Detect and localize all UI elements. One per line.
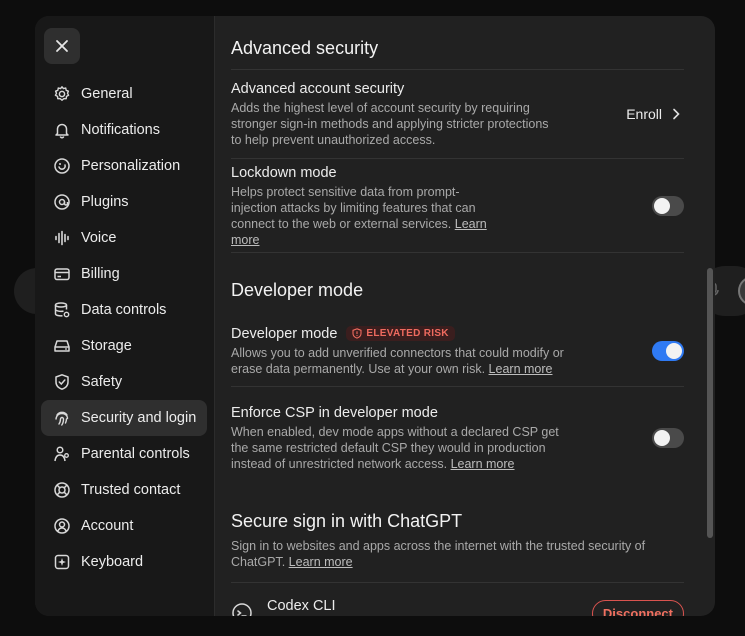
sidebar-item-label: Notifications <box>81 122 160 138</box>
sidebar-item-account[interactable]: Account <box>41 508 207 544</box>
sidebar-item-billing[interactable]: Billing <box>41 256 207 292</box>
enroll-button[interactable]: Enroll <box>626 106 684 122</box>
card-icon <box>53 265 71 283</box>
settings-modal: General Notifications Personalization Pl… <box>35 16 715 616</box>
sidebar-item-label: Security and login <box>81 410 197 426</box>
database-icon <box>53 301 71 319</box>
connected-app-name: Codex CLI <box>267 598 336 614</box>
sidebar-item-label: Plugins <box>81 194 129 210</box>
sidebar-item-label: Trusted contact <box>81 482 181 498</box>
lockdown-toggle[interactable] <box>652 196 684 216</box>
keyboard-icon <box>53 553 71 571</box>
sidebar-item-label: Data controls <box>81 302 167 318</box>
voice-icon <box>53 229 71 247</box>
sidebar-item-voice[interactable]: Voice <box>41 220 207 256</box>
learn-more-link[interactable]: Learn more <box>451 457 515 471</box>
row-lockdown-mode: Lockdown mode Helps protect sensitive da… <box>231 160 684 253</box>
sidebar-item-data-controls[interactable]: Data controls <box>41 292 207 328</box>
section-title-developer-mode: Developer mode <box>231 280 364 300</box>
row-description: When enabled, dev mode apps without a de… <box>231 424 571 472</box>
personalization-icon <box>53 157 71 175</box>
sidebar-item-safety[interactable]: Safety <box>41 364 207 400</box>
gear-icon <box>53 85 71 103</box>
row-description: Adds the highest level of account securi… <box>231 100 549 147</box>
settings-nav: General Notifications Personalization Pl… <box>41 76 207 580</box>
sidebar-item-keyboard[interactable]: Keyboard <box>41 544 207 580</box>
sidebar-item-storage[interactable]: Storage <box>41 328 207 364</box>
disconnect-button[interactable]: Disconnect <box>591 600 684 616</box>
badge-label: ELEVATED RISK <box>366 328 449 339</box>
row-title: Developer mode <box>231 325 338 342</box>
row-developer-mode: Developer mode ELEVATED RISK Allows you … <box>231 316 684 387</box>
user-circle-icon <box>53 517 71 535</box>
row-description: Allows you to add unverified connectors … <box>231 345 576 377</box>
enroll-label: Enroll <box>626 106 662 122</box>
sidebar-item-trusted-contact[interactable]: Trusted contact <box>41 472 207 508</box>
toggle-knob <box>654 198 670 214</box>
row-description: Helps protect sensitive data from prompt… <box>231 184 496 248</box>
section-title-advanced-security: Advanced security <box>231 38 379 58</box>
sidebar-item-personalization[interactable]: Personalization <box>41 148 207 184</box>
sidebar-item-label: Storage <box>81 338 132 354</box>
sidebar-item-label: Account <box>81 518 134 534</box>
fingerprint-icon <box>53 409 71 427</box>
secure-sign-in-description: Sign in to websites and apps across the … <box>231 538 671 570</box>
learn-more-link[interactable]: Learn more <box>489 362 553 376</box>
elevated-risk-badge: ELEVATED RISK <box>346 326 455 341</box>
sidebar-item-label: General <box>81 86 133 102</box>
sidebar-item-label: Billing <box>81 266 120 282</box>
toggle-knob <box>666 343 682 359</box>
row-title-container: Developer mode ELEVATED RISK <box>231 326 576 342</box>
developer-mode-toggle[interactable] <box>652 341 684 361</box>
settings-content: Advanced security Advanced account secur… <box>215 16 715 616</box>
sidebar-item-security-and-login[interactable]: Security and login <box>41 400 207 436</box>
row-advanced-account-security: Advanced account security Adds the highe… <box>231 70 684 159</box>
close-button[interactable] <box>44 28 80 64</box>
sidebar-item-parental-controls[interactable]: Parental controls <box>41 436 207 472</box>
divider <box>231 582 684 583</box>
chevron-right-icon <box>673 108 680 120</box>
sidebar-item-general[interactable]: General <box>41 76 207 112</box>
sidebar-item-notifications[interactable]: Notifications <box>41 112 207 148</box>
row-title: Lockdown mode <box>231 164 337 181</box>
shield-warning-icon <box>352 328 362 339</box>
storage-icon <box>53 337 71 355</box>
plugins-icon <box>53 193 71 211</box>
row-title: Advanced account security <box>231 80 405 97</box>
learn-more-link[interactable]: Learn more <box>289 555 353 569</box>
shield-icon <box>53 373 71 391</box>
connected-app-row: Codex CLI Disconnect <box>231 596 684 616</box>
lifebuoy-icon <box>53 481 71 499</box>
sidebar-item-label: Voice <box>81 230 117 246</box>
scrollbar[interactable] <box>707 268 713 538</box>
sidebar-item-plugins[interactable]: Plugins <box>41 184 207 220</box>
enforce-csp-toggle[interactable] <box>652 428 684 448</box>
terminal-icon <box>232 603 252 616</box>
section-title-secure-sign-in: Secure sign in with ChatGPT <box>231 511 463 531</box>
sidebar-item-label: Parental controls <box>81 446 190 462</box>
bell-icon <box>53 121 71 139</box>
row-enforce-csp: Enforce CSP in developer mode When enabl… <box>231 388 684 488</box>
close-icon <box>56 40 68 52</box>
parent-icon <box>53 445 71 463</box>
sidebar-item-label: Personalization <box>81 158 181 174</box>
sidebar-item-label: Keyboard <box>81 554 144 570</box>
toggle-knob <box>654 430 670 446</box>
sidebar-item-label: Safety <box>81 374 123 390</box>
settings-sidebar: General Notifications Personalization Pl… <box>35 16 215 616</box>
row-title: Enforce CSP in developer mode <box>231 404 438 421</box>
description-text: Helps protect sensitive data from prompt… <box>231 184 476 231</box>
